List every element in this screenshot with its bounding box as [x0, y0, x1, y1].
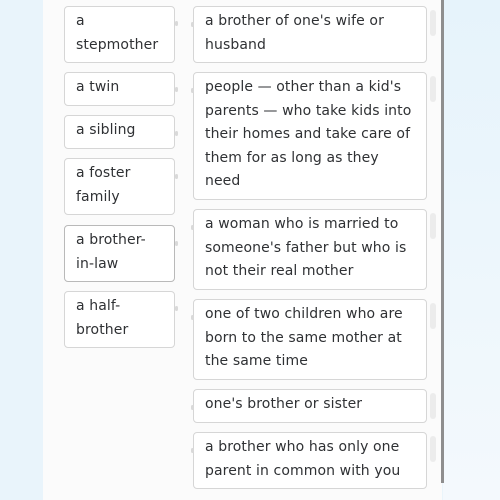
term-card-stepmother[interactable]: a stepmother: [64, 6, 175, 63]
connector-dot: [191, 225, 194, 230]
term-label: a half-brother: [76, 298, 129, 338]
definition-card-4[interactable]: one of two children who are born to the …: [193, 299, 427, 380]
connector-dot: [191, 22, 194, 27]
drag-handle-icon[interactable]: [430, 436, 436, 462]
connector-dot: [191, 88, 194, 93]
term-label: a twin: [76, 79, 120, 95]
definition-card-3[interactable]: a woman who is married to someone's fath…: [193, 209, 427, 290]
connector-dot: [175, 87, 178, 92]
definition-label: a brother of one's wife or husband: [205, 13, 384, 53]
drag-handle-icon[interactable]: [430, 393, 436, 419]
drag-handle-icon[interactable]: [430, 303, 436, 329]
connector-dot: [191, 315, 194, 320]
term-card-twin[interactable]: a twin: [64, 72, 175, 106]
definition-card-2[interactable]: people — other than a kid's parents — wh…: [193, 72, 427, 200]
page-background-right: [443, 0, 500, 500]
drag-handle-icon[interactable]: [430, 213, 436, 239]
term-card-sibling[interactable]: a sibling: [64, 115, 175, 149]
definition-label: one's brother or sister: [205, 396, 363, 412]
term-label: a foster family: [76, 165, 131, 205]
term-card-foster-family[interactable]: a foster family: [64, 158, 175, 215]
connector-dot: [175, 21, 178, 26]
term-card-half-brother[interactable]: a half-brother: [64, 291, 175, 348]
connector-dot: [191, 448, 194, 453]
definition-card-6[interactable]: a brother who has only one parent in com…: [193, 432, 427, 489]
drag-handle-icon[interactable]: [430, 76, 436, 102]
connector-dot: [175, 306, 178, 311]
definition-card-5[interactable]: one's brother or sister: [193, 389, 427, 423]
page-background-left: [0, 0, 43, 500]
definition-card-1[interactable]: a brother of one's wife or husband: [193, 6, 427, 63]
connector-dot: [175, 241, 178, 246]
definition-label: a woman who is married to someone's fath…: [205, 216, 407, 279]
term-card-brother-in-law[interactable]: a brother-in-law: [64, 225, 175, 282]
connector-dot: [175, 174, 178, 179]
term-label: a brother-in-law: [76, 232, 146, 272]
panel-scrollbar[interactable]: [441, 0, 444, 483]
definition-label: one of two children who are born to the …: [205, 306, 403, 369]
connector-dot: [191, 405, 194, 410]
drag-handle-icon[interactable]: [430, 10, 436, 36]
definition-label: people — other than a kid's parents — wh…: [205, 79, 412, 189]
term-label: a sibling: [76, 122, 136, 138]
connector-dot: [175, 131, 178, 136]
definition-label: a brother who has only one parent in com…: [205, 439, 401, 479]
term-label: a stepmother: [76, 13, 159, 53]
